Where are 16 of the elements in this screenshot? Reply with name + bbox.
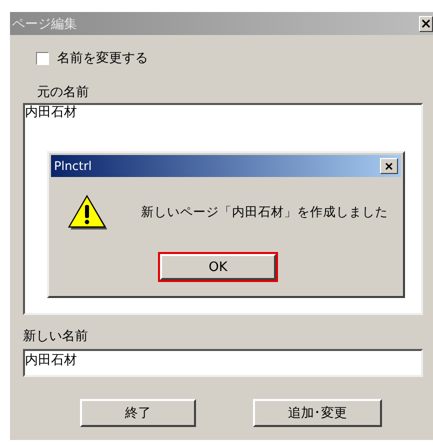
warning-icon	[67, 194, 107, 230]
checkbox-label: 名前を変更する	[57, 50, 148, 67]
window-title: Plnctrl	[54, 159, 92, 173]
window-title: ページ編集	[12, 16, 77, 32]
ok-button[interactable]: OK	[160, 254, 276, 280]
field-label: 新しい名前	[23, 328, 88, 345]
text-area[interactable]: 内田石材 Plnctrl × 新しいページ「内田石材」を作成しました OK	[23, 103, 423, 315]
close-button[interactable]: ×	[419, 16, 433, 32]
field-value: 内田石材	[25, 105, 78, 121]
close-button[interactable]: ×	[380, 158, 398, 174]
dialog-button[interactable]: 追加･変更	[253, 399, 382, 427]
dialog-button[interactable]: 終了	[80, 399, 196, 427]
checkbox[interactable]	[36, 52, 49, 64]
input-field[interactable]: 内田石材	[23, 349, 423, 377]
field-label: 元の名前	[37, 84, 89, 101]
message-text: 新しいページ「内田石材」を作成しました	[141, 204, 388, 220]
